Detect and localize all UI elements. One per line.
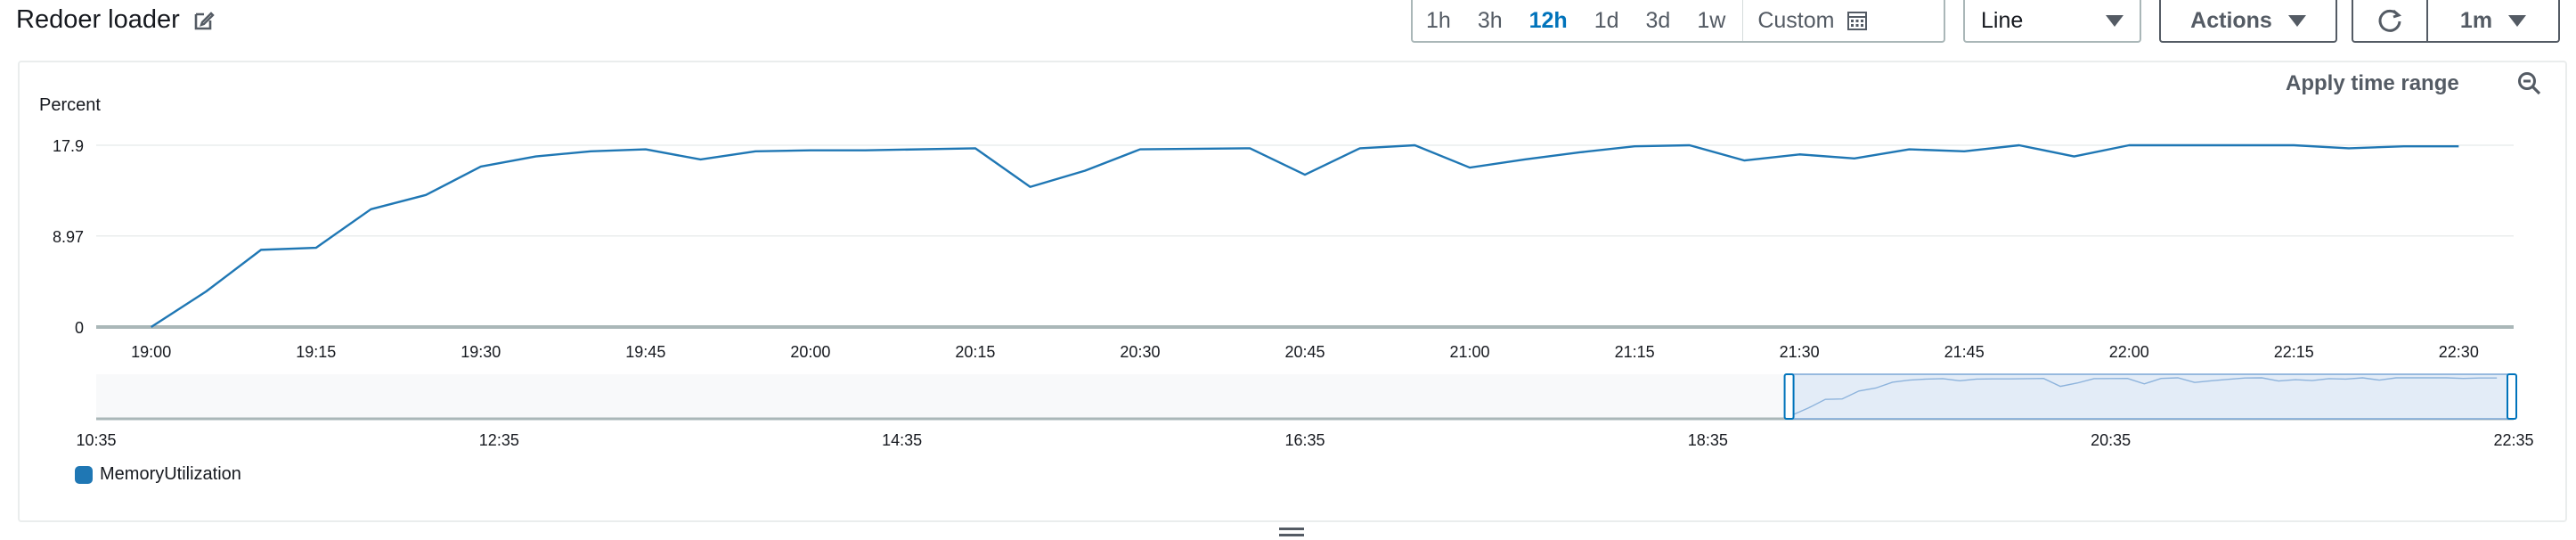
x-tick-label: 19:00 [131,343,171,361]
x-tick-label: 21:00 [1450,343,1490,361]
navigator-handle [1783,373,1795,420]
x-tick-label: 22:15 [2274,343,2314,361]
navigator-tick-label: 14:35 [882,431,922,449]
y-tick-label: 17.9 [53,137,84,155]
y-tick-label: 8.97 [53,228,84,246]
navigator-tick-label: 20:35 [2091,431,2131,449]
x-tick-label: 20:45 [1284,343,1325,361]
y-tick-label: 0 [75,319,84,337]
x-tick-label: 21:45 [1944,343,1985,361]
x-tick-label: 19:45 [625,343,665,361]
chart-svg: 0 8.97 17.9 19:00 19:15 19:30 19:45 20:00 20:15 2… [53,137,2534,449]
drag-handle-icon[interactable] [1279,528,1304,540]
x-tick-label: 20:00 [790,343,830,361]
x-tick-label: 19:15 [296,343,336,361]
navigator-tick-label: 18:35 [1688,431,1728,449]
x-tick-label: 21:15 [1615,343,1655,361]
x-tick-label: 21:30 [1780,343,1820,361]
legend-swatch [75,465,93,484]
navigator-tick-label: 22:35 [2493,431,2533,449]
x-tick-label: 22:00 [2109,343,2149,361]
navigator-handle [2507,373,2517,420]
x-tick-label: 20:15 [955,343,995,361]
x-tick-label: 22:30 [2439,343,2479,361]
navigator-tick-label: 16:35 [1284,431,1325,449]
navigator-tick-label: 10:35 [76,431,116,449]
x-tick-label: 20:30 [1120,343,1160,361]
legend: MemoryUtilization [75,464,241,485]
navigator-selection [1788,373,2513,420]
x-tick-label: 19:30 [461,343,501,361]
legend-label[interactable]: MemoryUtilization [100,464,241,485]
navigator-tick-label: 12:35 [479,431,519,449]
